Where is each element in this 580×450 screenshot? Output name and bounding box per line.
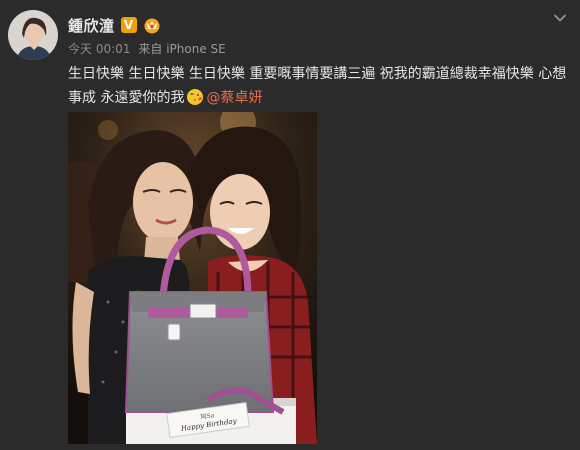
post-text: 生日快樂 生日快樂 生日快樂 重要嘅事情要講三遍 祝我的霸道總裁幸福快樂 心想事… <box>68 62 568 110</box>
post-meta: 今天 00:01 来自 iPhone SE <box>68 40 226 57</box>
avatar-photo <box>8 10 58 60</box>
verified-v-icon: V <box>120 17 137 33</box>
avatar[interactable] <box>8 10 58 60</box>
mention-link[interactable]: @蔡卓妍 <box>206 90 262 106</box>
author-name[interactable]: 鍾欣潼 <box>68 15 115 36</box>
member-crown-icon[interactable] <box>143 16 161 34</box>
post-photo[interactable]: 阿Sa Happy Birthday <box>68 112 317 444</box>
post-body: 生日快樂 生日快樂 生日快樂 重要嘅事情要講三遍 祝我的霸道總裁幸福快樂 心想事… <box>68 66 567 106</box>
author-row: 鍾欣潼 V <box>68 14 161 36</box>
post-source: 来自 iPhone SE <box>138 42 226 56</box>
chevron-down-icon[interactable] <box>552 10 568 26</box>
photo-illustration: 阿Sa Happy Birthday <box>68 112 317 444</box>
weibo-post-card: 鍾欣潼 V 今天 00:01 来自 iPhone SE 生日快樂 生日快樂 生日… <box>0 0 580 450</box>
post-time[interactable]: 今天 00:01 <box>68 40 130 57</box>
kiss-emoji-icon <box>187 89 204 105</box>
